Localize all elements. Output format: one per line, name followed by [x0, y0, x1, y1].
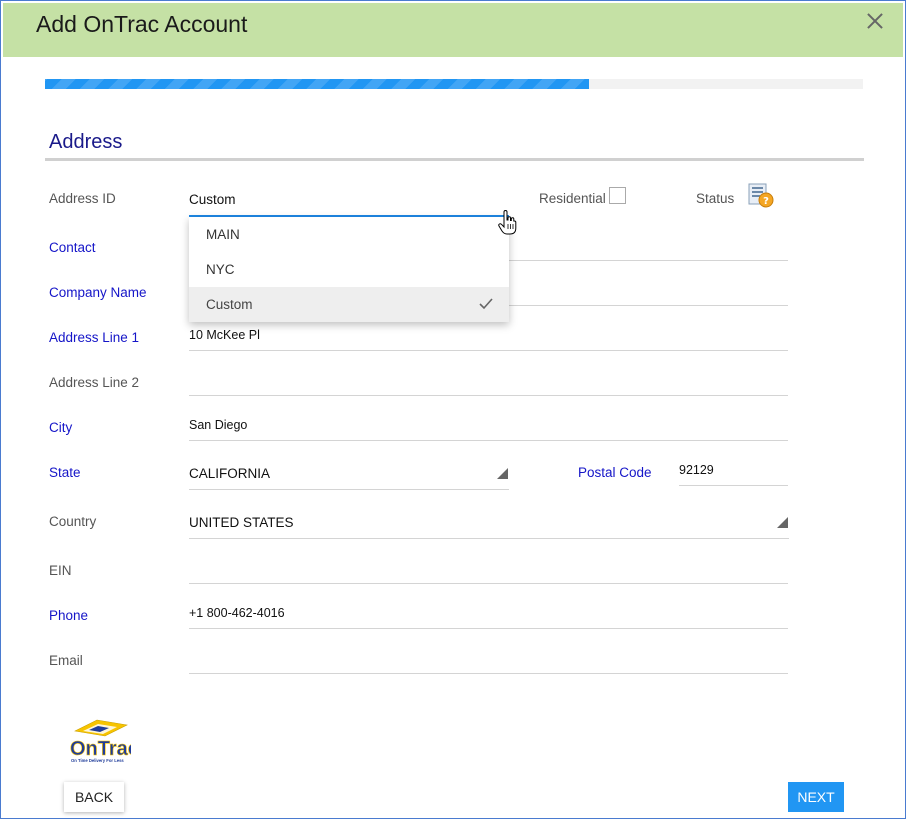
hand-cursor-icon [498, 210, 517, 235]
checkmark-icon [479, 298, 493, 310]
section-divider [45, 158, 864, 161]
next-button[interactable]: NEXT [788, 782, 844, 812]
state-label: State [49, 465, 81, 480]
progress-fill [45, 79, 589, 89]
country-label: Country [49, 514, 97, 529]
city-underline [189, 440, 788, 441]
address-id-select[interactable]: Custom [189, 192, 236, 207]
section-title: Address [49, 131, 123, 153]
dialog-header: Add OnTrac Account [3, 3, 903, 57]
dropdown-option-label: Custom [206, 297, 253, 312]
city-label: City [49, 420, 73, 435]
progress-bar [45, 79, 863, 89]
ein-label: EIN [49, 563, 72, 578]
ein-underline [189, 583, 788, 584]
phone-input[interactable]: +1 800-462-4016 [189, 606, 285, 620]
country-select[interactable]: UNITED STATES [189, 515, 294, 530]
postal-code-underline [679, 485, 788, 486]
logo-tagline: On Time Delivery For Less [71, 758, 124, 763]
email-label: Email [49, 653, 83, 668]
postal-code-input[interactable]: 92129 [679, 463, 714, 477]
back-button[interactable]: BACK [64, 782, 124, 812]
dialog-title: Add OnTrac Account [36, 11, 248, 37]
postal-code-label: Postal Code [578, 465, 652, 480]
address-line2-label: Address Line 2 [49, 375, 140, 390]
address-id-label: Address ID [49, 191, 116, 206]
residential-checkbox[interactable] [609, 187, 626, 204]
email-underline [189, 673, 788, 674]
state-select[interactable]: CALIFORNIA [189, 466, 270, 481]
dialog-frame: Add OnTrac Account Address Address ID Cu… [0, 0, 906, 819]
country-underline [189, 538, 789, 539]
residential-label: Residential [539, 191, 606, 206]
logo-wordmark: OnTrac [70, 738, 131, 760]
dropdown-option-nyc[interactable]: NYC [189, 252, 509, 287]
ontrac-logo: OnTrac On Time Delivery For Less [70, 719, 131, 763]
address-line1-underline [189, 350, 788, 351]
contact-label: Contact [49, 240, 96, 255]
address-line1-input[interactable]: 10 McKee Pl [189, 328, 260, 342]
address-line2-underline [189, 395, 788, 396]
phone-label: Phone [49, 608, 89, 623]
dropdown-option-custom[interactable]: Custom [189, 287, 509, 322]
country-dropdown-arrow-icon[interactable] [777, 517, 788, 528]
state-underline [189, 489, 509, 490]
close-icon[interactable] [865, 11, 885, 31]
company-name-label: Company Name [49, 285, 147, 300]
dropdown-option-main[interactable]: MAIN [189, 217, 509, 252]
phone-underline [189, 628, 788, 629]
address-id-dropdown-menu: MAIN NYC Custom [189, 217, 509, 322]
status-label: Status [696, 191, 735, 206]
city-input[interactable]: San Diego [189, 418, 247, 432]
status-help-icon[interactable]: ? [748, 182, 774, 208]
address-line1-label: Address Line 1 [49, 330, 140, 345]
state-dropdown-arrow-icon[interactable] [497, 468, 508, 479]
svg-text:?: ? [763, 196, 769, 207]
